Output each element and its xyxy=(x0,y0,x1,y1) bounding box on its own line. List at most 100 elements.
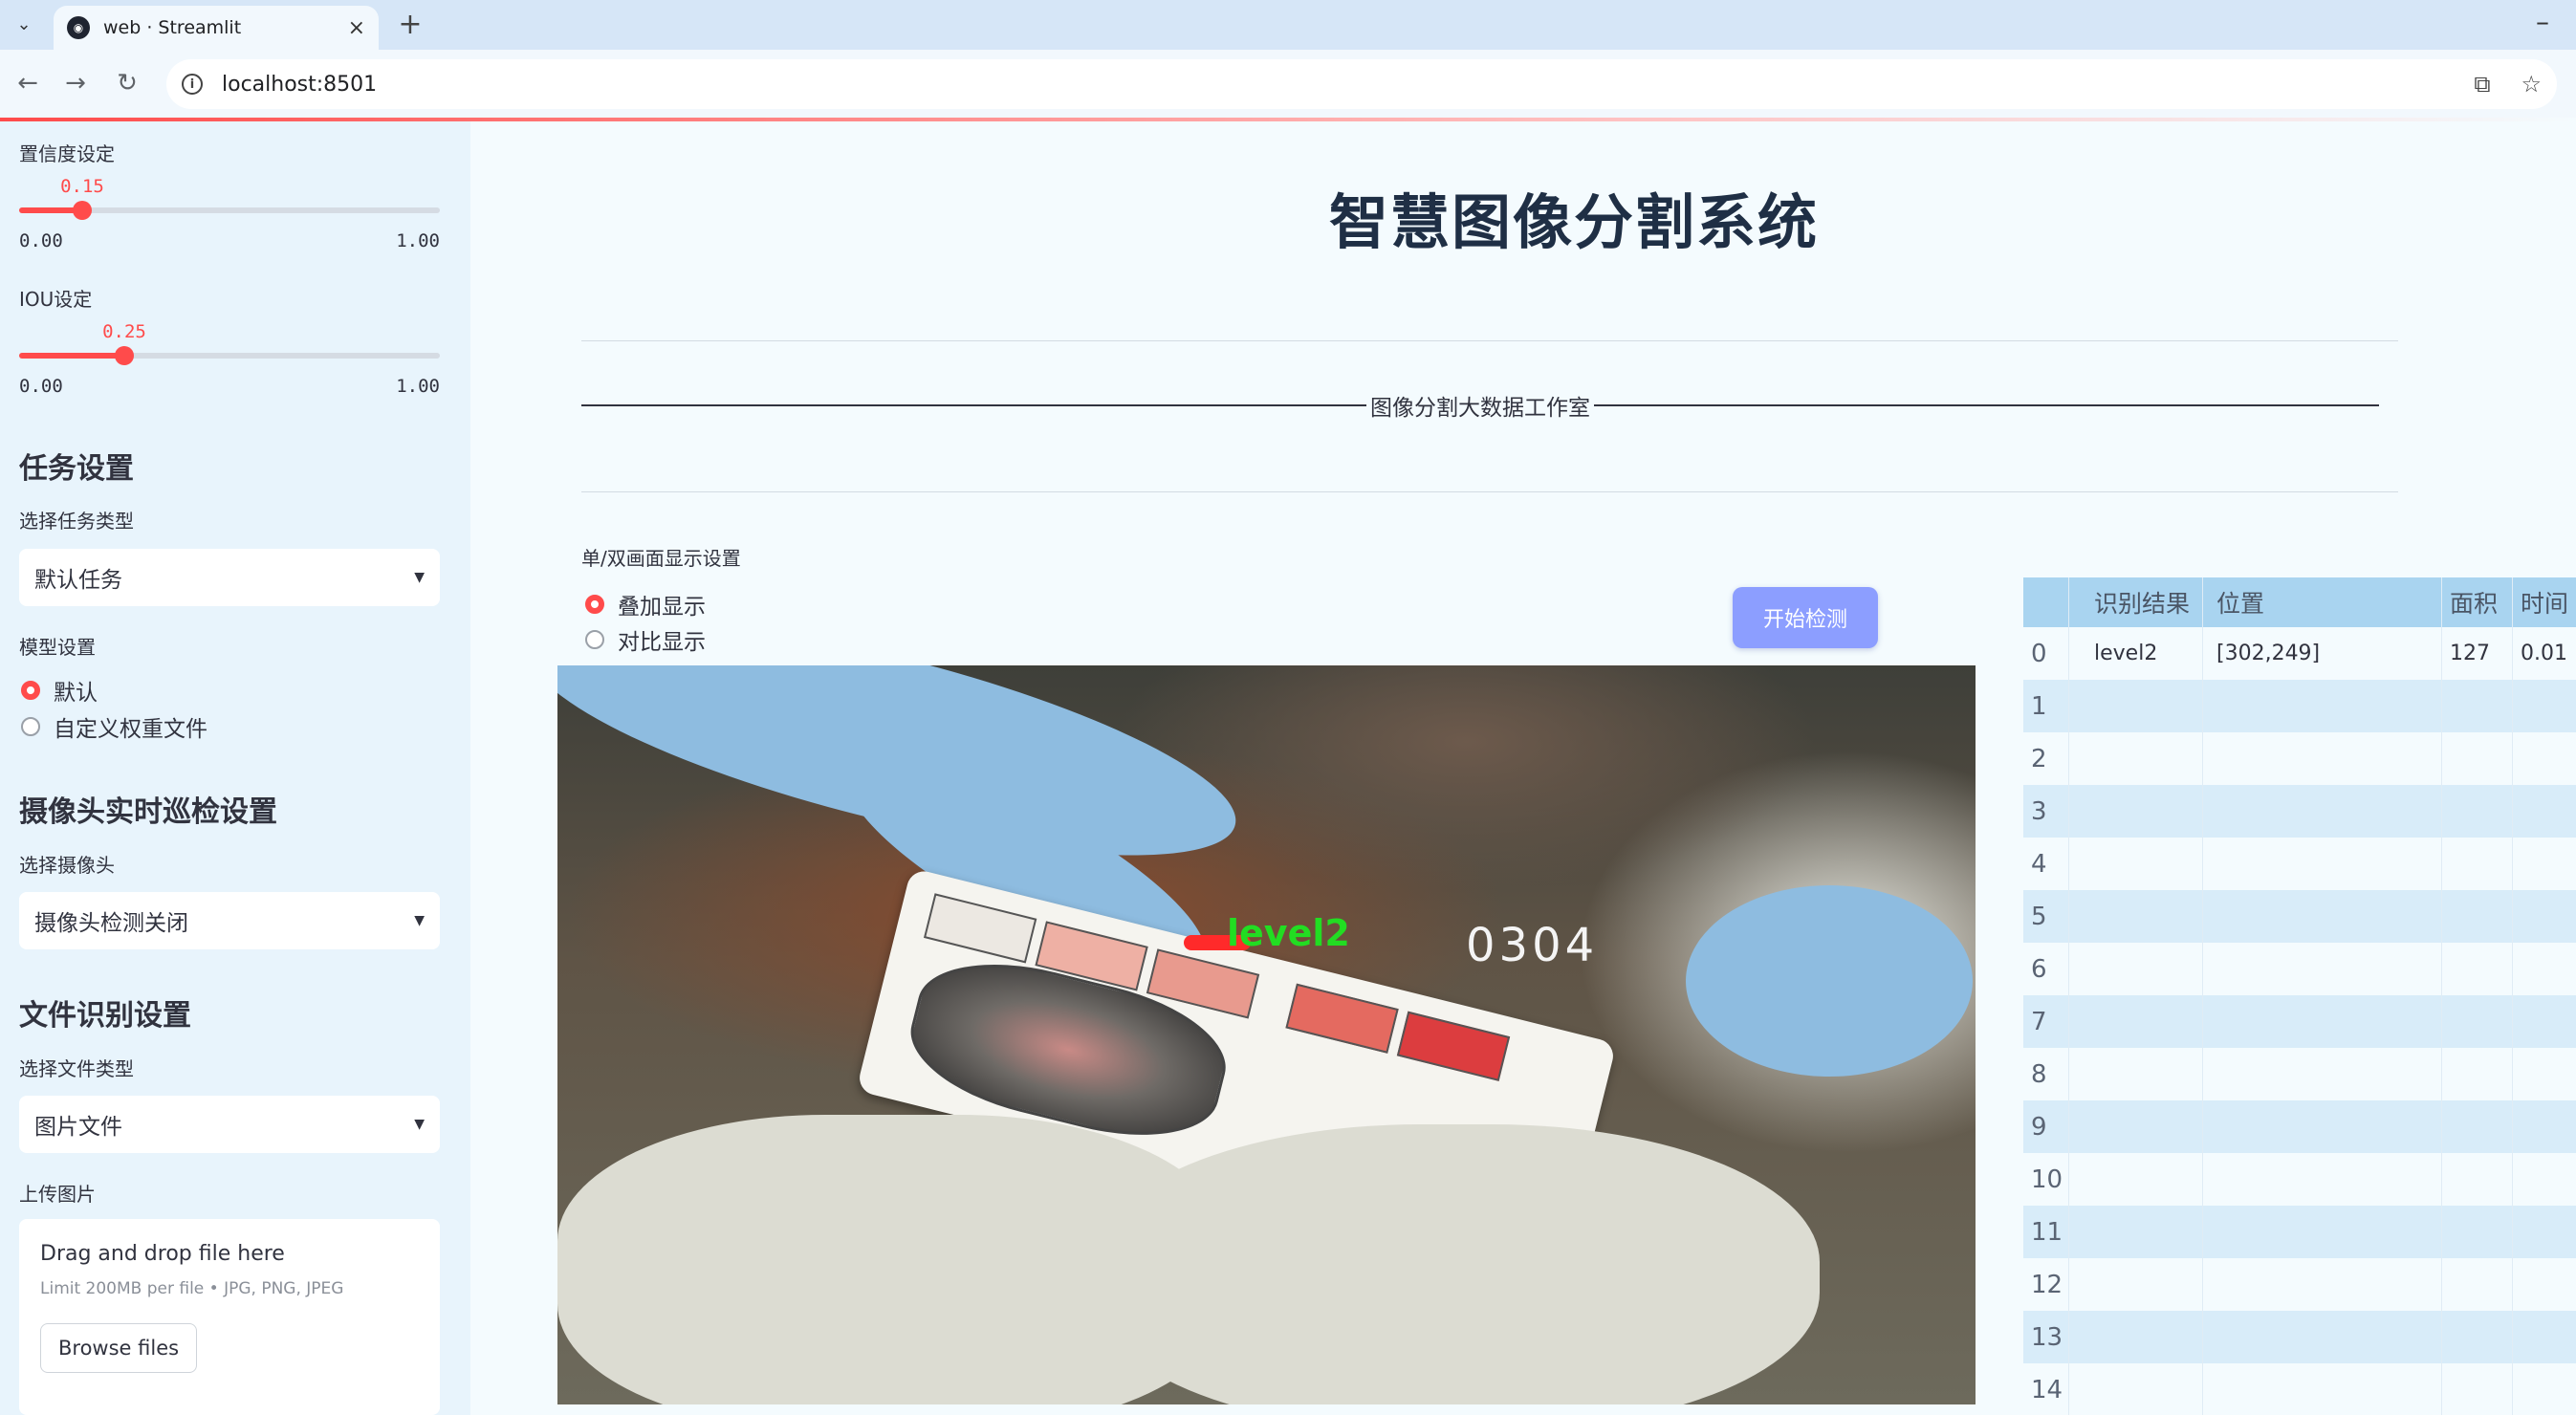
table-cell-result xyxy=(2069,1100,2203,1153)
url-field[interactable]: i localhost:8501 ⧉ ☆ xyxy=(166,59,2557,109)
task-type-value: 默认任务 xyxy=(34,568,122,593)
camera-label: 选择摄像头 xyxy=(19,854,115,877)
tab-search-chevron-icon[interactable]: ⌄ xyxy=(8,8,40,40)
table-row[interactable]: 4 xyxy=(2023,838,2576,890)
chevron-down-icon: ▼ xyxy=(414,570,425,585)
table-header-row: 识别结果 位置 面积 时间 xyxy=(2023,577,2576,627)
iou-track[interactable] xyxy=(19,346,440,365)
model-option-custom[interactable]: 自定义权重文件 xyxy=(21,710,207,743)
table-header-index xyxy=(2023,577,2069,627)
bookmark-star-icon[interactable]: ☆ xyxy=(2521,71,2542,98)
table-cell-index: 13 xyxy=(2023,1311,2069,1363)
table-cell-index: 10 xyxy=(2023,1153,2069,1206)
table-row[interactable]: 14 xyxy=(2023,1363,2576,1415)
table-cell-time xyxy=(2513,1153,2576,1206)
back-arrow-icon[interactable]: ← xyxy=(11,67,44,99)
display-option-label: 叠加显示 xyxy=(618,595,706,620)
table-cell-position xyxy=(2203,1311,2442,1363)
display-settings-label: 单/双画面显示设置 xyxy=(581,547,741,570)
table-row[interactable]: 8 xyxy=(2023,1048,2576,1100)
table-cell-area xyxy=(2442,680,2513,732)
table-header-time[interactable]: 时间 xyxy=(2513,577,2576,627)
start-detection-button[interactable]: 开始检测 xyxy=(1733,587,1878,648)
radio-unselected-icon[interactable] xyxy=(585,630,604,649)
table-cell-time xyxy=(2513,838,2576,890)
table-cell-index: 8 xyxy=(2023,1048,2069,1100)
table-cell-time xyxy=(2513,680,2576,732)
results-table[interactable]: 识别结果 位置 面积 时间 0 level2 [302,249] 127 0.01 1 2 3… xyxy=(2023,577,2576,1415)
table-row[interactable]: 9 xyxy=(2023,1100,2576,1153)
table-row[interactable]: 12 xyxy=(2023,1258,2576,1311)
task-type-label: 选择任务类型 xyxy=(19,510,134,533)
table-row[interactable]: 2 xyxy=(2023,732,2576,785)
display-option-compare[interactable]: 对比显示 xyxy=(585,623,706,656)
camera-select[interactable]: 摄像头检测关闭 ▼ xyxy=(19,892,440,949)
confidence-track[interactable] xyxy=(19,201,440,220)
chevron-down-icon: ▼ xyxy=(414,913,425,928)
table-cell-time xyxy=(2513,1100,2576,1153)
browse-files-button[interactable]: Browse files xyxy=(40,1323,198,1373)
table-cell-area: 127 xyxy=(2442,627,2513,680)
table-row[interactable]: 6 xyxy=(2023,943,2576,995)
table-cell-area xyxy=(2442,1206,2513,1258)
browser-tab[interactable]: ◉ web · Streamlit × xyxy=(54,6,379,50)
table-cell-position xyxy=(2203,890,2442,943)
iou-thumb[interactable] xyxy=(115,346,134,365)
white-glove-right-shape xyxy=(1093,1124,1820,1404)
streamlit-favicon-icon: ◉ xyxy=(67,16,90,39)
reload-icon[interactable]: ↻ xyxy=(111,67,143,99)
table-cell-result: level2 xyxy=(2069,627,2203,680)
table-cell-area xyxy=(2442,1100,2513,1153)
site-info-icon[interactable]: i xyxy=(182,74,203,95)
table-cell-time xyxy=(2513,995,2576,1048)
minimize-window-icon[interactable]: – xyxy=(2536,6,2549,37)
confidence-thumb[interactable] xyxy=(73,201,92,220)
table-row[interactable]: 10 xyxy=(2023,1153,2576,1206)
file-uploader-dropzone[interactable]: Drag and drop file here Limit 200MB per … xyxy=(19,1219,440,1415)
task-type-select[interactable]: 默认任务 ▼ xyxy=(19,549,440,606)
table-cell-index: 7 xyxy=(2023,995,2069,1048)
iou-max: 1.00 xyxy=(396,376,440,397)
table-row[interactable]: 5 xyxy=(2023,890,2576,943)
blue-glove-right-shape xyxy=(1686,885,1973,1077)
table-header-area[interactable]: 面积 xyxy=(2442,577,2513,627)
table-cell-area xyxy=(2442,1363,2513,1415)
table-header-position[interactable]: 位置 xyxy=(2203,577,2442,627)
table-cell-time xyxy=(2513,890,2576,943)
table-cell-time xyxy=(2513,1206,2576,1258)
table-row[interactable]: 3 xyxy=(2023,785,2576,838)
display-option-overlay[interactable]: 叠加显示 xyxy=(585,588,706,620)
table-row[interactable]: 11 xyxy=(2023,1206,2576,1258)
confidence-slider[interactable]: 0.15 0.00 1.00 xyxy=(19,121,440,251)
forward-arrow-icon[interactable]: → xyxy=(59,67,92,99)
iou-slider[interactable]: 0.25 0.00 1.00 xyxy=(19,267,440,397)
model-settings-label: 模型设置 xyxy=(19,636,96,659)
table-cell-position xyxy=(2203,1258,2442,1311)
table-cell-time xyxy=(2513,732,2576,785)
table-row[interactable]: 1 xyxy=(2023,680,2576,732)
model-option-default[interactable]: 默认 xyxy=(21,674,98,707)
translate-icon[interactable]: ⧉ xyxy=(2474,71,2490,98)
chevron-down-icon: ▼ xyxy=(414,1117,425,1132)
table-cell-area xyxy=(2442,1153,2513,1206)
table-cell-index: 12 xyxy=(2023,1258,2069,1311)
table-cell-result xyxy=(2069,1048,2203,1100)
radio-unselected-icon[interactable] xyxy=(21,717,40,736)
table-cell-position xyxy=(2203,838,2442,890)
file-type-select[interactable]: 图片文件 ▼ xyxy=(19,1096,440,1153)
table-cell-index: 9 xyxy=(2023,1100,2069,1153)
table-body: 0 level2 [302,249] 127 0.01 1 2 3 4 5 6 7 8 9 10 11 12 13… xyxy=(2023,627,2576,1415)
table-row[interactable]: 0 level2 [302,249] 127 0.01 xyxy=(2023,627,2576,680)
radio-selected-icon[interactable] xyxy=(585,595,604,614)
table-header-result[interactable]: 识别结果 xyxy=(2069,577,2203,627)
table-row[interactable]: 7 xyxy=(2023,995,2576,1048)
radio-selected-icon[interactable] xyxy=(21,681,40,700)
close-tab-icon[interactable]: × xyxy=(348,16,365,40)
file-type-label: 选择文件类型 xyxy=(19,1057,134,1080)
upload-label: 上传图片 xyxy=(19,1183,96,1206)
new-tab-icon[interactable]: + xyxy=(394,8,426,41)
card-swatch xyxy=(1396,1011,1511,1081)
table-row[interactable]: 13 xyxy=(2023,1311,2576,1363)
table-cell-result xyxy=(2069,1311,2203,1363)
detection-result-image: level2 0304 xyxy=(557,665,1976,1404)
